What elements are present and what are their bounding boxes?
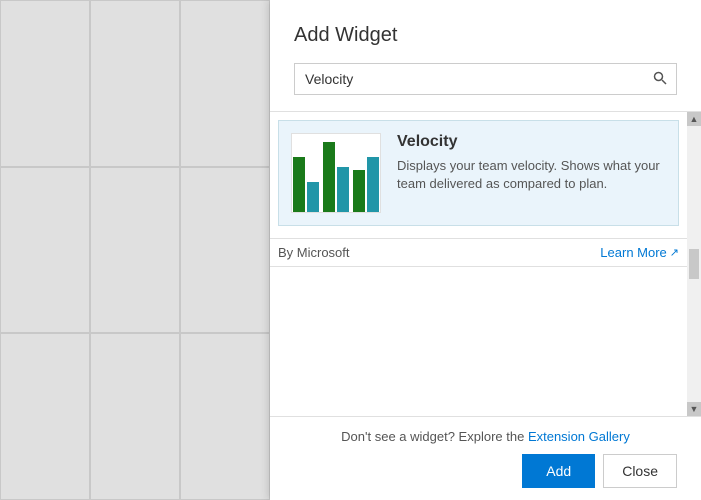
grid-cell: [90, 0, 180, 167]
panel-header: Add Widget: [270, 0, 701, 112]
chart-bar: [367, 157, 379, 212]
grid-cell: [180, 0, 270, 167]
widget-description: Displays your team velocity. Shows what …: [397, 157, 666, 193]
chart-bar: [293, 157, 305, 212]
footer-text: Don't see a widget? Explore the Extensio…: [294, 429, 677, 444]
grid-cell: [0, 0, 90, 167]
chart-bar: [337, 167, 349, 212]
chart-bar-group-3: [353, 157, 379, 212]
widget-content: Velocity Displays your team velocity. Sh…: [397, 133, 666, 213]
footer-buttons: Add Close: [294, 454, 677, 488]
scroll-down-button[interactable]: ▼: [687, 402, 701, 416]
search-container: [294, 63, 677, 95]
panel-title: Add Widget: [294, 24, 677, 47]
search-input[interactable]: [294, 63, 677, 95]
grid-cell: [180, 333, 270, 500]
background-grid: [0, 0, 270, 500]
grid-cell: [180, 167, 270, 334]
widget-name: Velocity: [397, 133, 666, 151]
widget-footer-row: By Microsoft Learn More ↗: [270, 238, 701, 266]
chart-bar: [307, 182, 319, 212]
widget-item: Velocity Displays your team velocity. Sh…: [278, 120, 679, 226]
learn-more-label: Learn More: [600, 245, 666, 260]
widget-list: ▲ ▼ Velo: [270, 112, 701, 416]
external-link-icon: ↗: [670, 246, 679, 259]
chart-bar: [353, 170, 365, 212]
learn-more-link[interactable]: Learn More ↗: [600, 245, 679, 260]
chart-bar-group-2: [323, 142, 349, 212]
panel-footer: Don't see a widget? Explore the Extensio…: [270, 416, 701, 500]
widget-provider: By Microsoft: [278, 245, 350, 260]
grid-cell: [90, 333, 180, 500]
scroll-thumb[interactable]: [689, 249, 699, 279]
grid-cell: [0, 167, 90, 334]
extension-gallery-link[interactable]: Extension Gallery: [528, 429, 630, 444]
add-button[interactable]: Add: [522, 454, 595, 488]
chart-bar-group-1: [293, 157, 319, 212]
grid-cell: [0, 333, 90, 500]
close-button[interactable]: Close: [603, 454, 677, 488]
chart-bar: [323, 142, 335, 212]
scroll-up-button[interactable]: ▲: [687, 112, 701, 126]
grid-cell: [90, 167, 180, 334]
add-widget-panel: Add Widget ▲ ▼: [270, 0, 701, 500]
widget-list-empty-area: [270, 266, 701, 416]
footer-text-prefix: Don't see a widget? Explore the: [341, 429, 528, 444]
scrollbar-track[interactable]: ▲ ▼: [687, 112, 701, 416]
widget-thumbnail: [291, 133, 381, 213]
